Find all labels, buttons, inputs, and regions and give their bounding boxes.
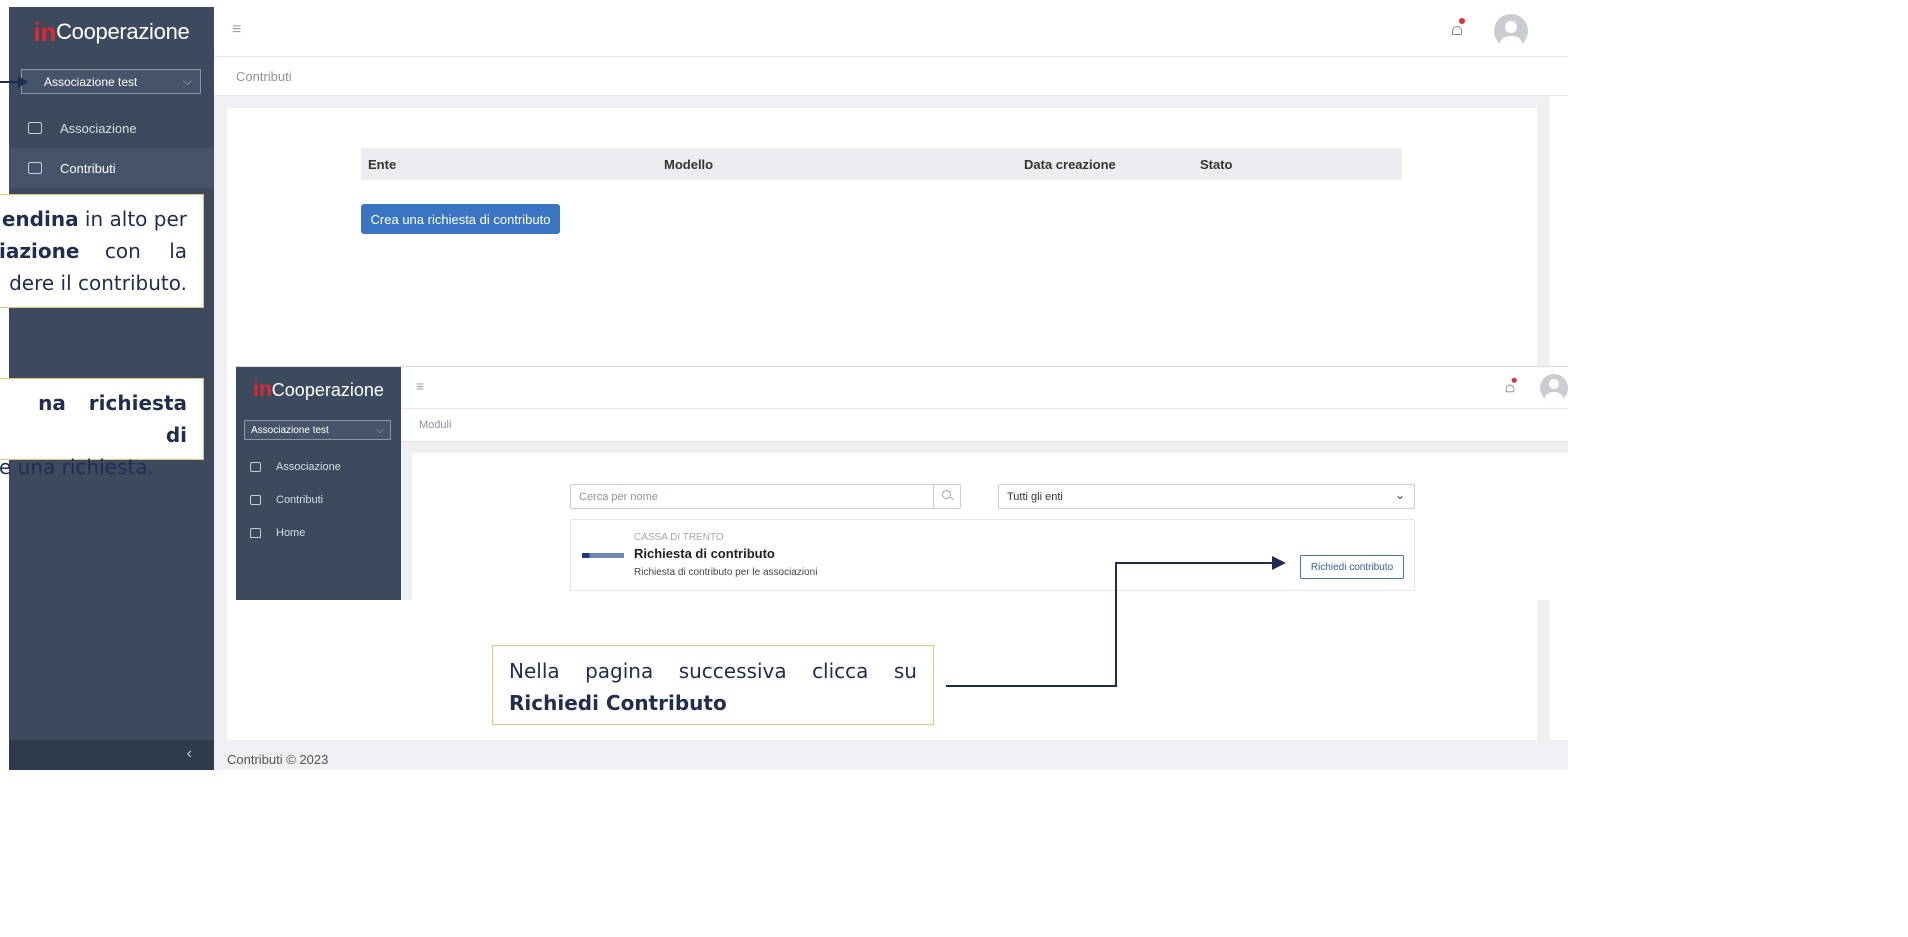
search-input[interactable]: Cerca per nome: [570, 484, 961, 509]
menu-icon[interactable]: ≡: [232, 21, 241, 39]
search-button[interactable]: [933, 485, 960, 508]
inset-screenshot-moduli: in Cooperazione Associazione test ⌵ Assoc…: [236, 366, 1568, 600]
table-header: Ente Modello Data creazione Stato: [361, 148, 1402, 180]
callout-select-association: endina in alto per iazione con la dere il…: [0, 194, 204, 308]
brand-logo: in Cooperazione: [33, 16, 190, 47]
ente-filter-select[interactable]: Tutti gli enti ⌄: [998, 484, 1415, 509]
richiedi-contributo-button[interactable]: Richiedi contributo: [1300, 555, 1404, 579]
folder-icon: [250, 495, 261, 505]
footer: Contributi © 2023: [214, 740, 1568, 770]
inset-brand-logo: in Cooperazione: [253, 378, 384, 401]
folder-icon: [28, 162, 42, 174]
cassa-di-trento-logo: [582, 553, 624, 558]
column-stato[interactable]: Stato: [1200, 157, 1233, 172]
chevron-down-icon: ⌵: [376, 424, 384, 436]
create-request-button[interactable]: Crea una richiesta di contributo: [361, 204, 560, 234]
bell-icon[interactable]: [1451, 18, 1465, 36]
pointer-arrow-line: [0, 81, 18, 83]
bell-icon[interactable]: [1505, 377, 1517, 393]
column-data-creazione[interactable]: Data creazione: [1024, 157, 1116, 172]
square-icon: [28, 122, 42, 134]
callout-create-request: na richiesta di e una richiesta.: [0, 378, 204, 479]
inset-association-select[interactable]: Associazione test ⌵: [244, 420, 391, 440]
inset-nav-home[interactable]: Home: [236, 518, 401, 548]
connector-arrowhead: [1272, 556, 1286, 570]
sidebar-item-contributi[interactable]: Contributi: [9, 148, 214, 188]
pointer-arrowhead: [18, 76, 28, 88]
chevron-down-icon: ⌄: [1394, 488, 1405, 502]
connector-line-h2: [1115, 562, 1273, 564]
avatar[interactable]: [1494, 14, 1528, 48]
inset-nav-contributi[interactable]: Contributi: [236, 485, 401, 515]
column-ente[interactable]: Ente: [368, 157, 396, 172]
inset-nav-associazione[interactable]: Associazione: [236, 452, 401, 482]
home-icon: [250, 528, 261, 538]
connector-line-v: [1115, 562, 1117, 687]
search-icon: [942, 490, 951, 499]
association-select[interactable]: Associazione test ⌵: [21, 69, 201, 94]
inset-breadcrumb: Moduli: [401, 409, 1568, 442]
top-bar: ≡: [214, 7, 1568, 57]
chevron-left-icon: ‹: [186, 745, 192, 762]
chevron-down-icon: ⌵: [182, 74, 192, 88]
square-icon: [250, 462, 261, 472]
avatar[interactable]: [1540, 374, 1568, 402]
connector-line-h1: [946, 685, 1117, 687]
inset-sidebar: in Cooperazione Associazione test ⌵ Assoc…: [236, 367, 401, 600]
column-modello[interactable]: Modello: [664, 157, 713, 172]
sidebar-collapse[interactable]: ‹: [9, 740, 214, 770]
module-card: CASSA DI TRENTO Richiesta di contributo …: [570, 519, 1415, 591]
breadcrumb: Contributi: [214, 57, 1568, 96]
inset-top-bar: ≡: [401, 367, 1568, 409]
sidebar-item-associazione[interactable]: Associazione: [9, 108, 214, 148]
callout-richiedi-contributo: Nella pagina successiva clicca su Richie…: [492, 645, 934, 725]
menu-icon[interactable]: ≡: [416, 378, 424, 394]
